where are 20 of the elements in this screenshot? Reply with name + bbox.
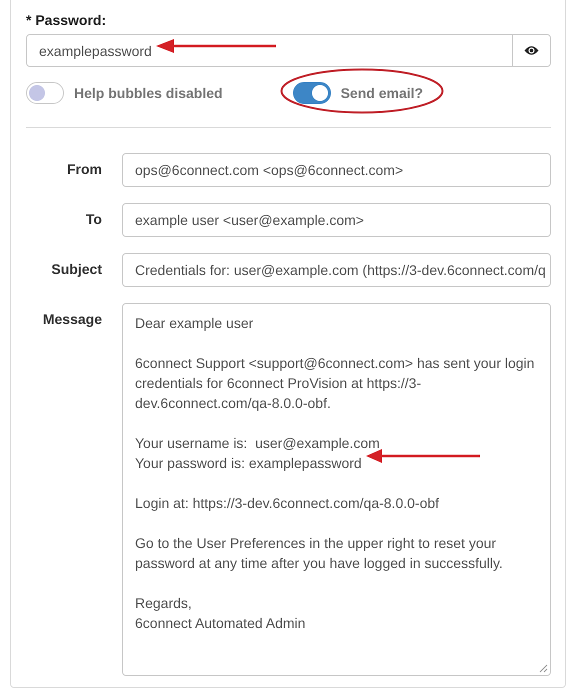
- field-label: To: [84, 210, 102, 229]
- text-field[interactable]: ops@6connect.com <ops@6connect.com>: [122, 153, 551, 187]
- text-field[interactable]: example user <user@example.com>: [122, 203, 551, 237]
- toggle-label: Help bubbles disabled: [74, 85, 223, 101]
- toggle-label: Send email?: [340, 85, 424, 101]
- message-paragraph: 6connect Support <support@6connect.com> has sent your login credentials for 6connect ProVision at https://3- dev.6connect.com/qa-8.0.0-obf.: [135, 354, 534, 413]
- field-label: Subject: [50, 260, 102, 279]
- field-label: Message: [42, 310, 102, 329]
- toggle-switch[interactable]: [26, 82, 64, 104]
- toggle-switch[interactable]: [292, 82, 331, 104]
- message-textarea[interactable]: [122, 303, 551, 676]
- resize-grip-icon[interactable]: [539, 664, 548, 673]
- message-paragraph: Dear example user: [135, 314, 254, 333]
- message-paragraph: Your username is: user@example.com Your password is: examplepassword: [135, 434, 380, 473]
- text-field[interactable]: Credentials for: user@example.com (https://3-dev.6connect.com/q: [122, 253, 551, 287]
- message-paragraph: Go to the User Preferences in the upper right to reset your password at any time after you have logged in successfully.: [135, 534, 503, 573]
- password-label: * Password:: [26, 11, 108, 28]
- field-label: From: [66, 160, 102, 179]
- message-paragraph: Regards, 6connect Automated Admin: [135, 594, 306, 633]
- message-paragraph: Login at: https://3-dev.6connect.com/qa-8.0.0-obf: [135, 494, 440, 513]
